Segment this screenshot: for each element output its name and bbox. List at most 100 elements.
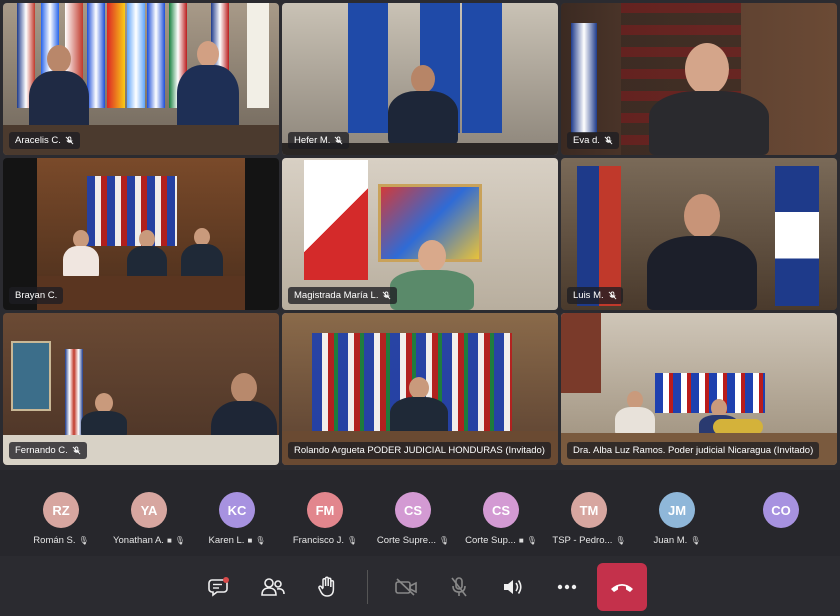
person: [177, 41, 239, 135]
flag: [571, 23, 597, 133]
flag: [147, 3, 165, 108]
notification-dot: [223, 577, 229, 583]
participant-name: Francisco J. 🎙︎: [292, 535, 358, 546]
person: [615, 391, 655, 437]
person: [390, 240, 474, 310]
mic-off-icon: [383, 291, 391, 300]
person: [127, 230, 167, 282]
mic-off-icon: 🎙︎: [78, 536, 89, 545]
video-tile[interactable]: Brayan C.: [3, 158, 279, 310]
mic-toggle-button[interactable]: [442, 570, 476, 604]
video-tile[interactable]: Hefer M.: [282, 3, 558, 155]
person: [181, 228, 223, 282]
mic-off-icon: 🎙︎: [690, 536, 701, 545]
participant-name-tag: Aracelis C.: [9, 132, 80, 149]
participant-card[interactable]: CO: [739, 478, 823, 554]
flag: [304, 160, 368, 280]
participant-name: Juan M. 🎙︎: [653, 535, 701, 546]
person: [81, 393, 127, 439]
avatar: TM: [571, 492, 607, 528]
video-tile[interactable]: Luis M.: [561, 158, 837, 310]
participant-name: Yonathan A. ■ 🎙︎: [113, 535, 185, 546]
video-tile[interactable]: Magistrada María L.: [282, 158, 558, 310]
speaker-icon: [504, 580, 522, 594]
person: [63, 230, 99, 280]
video-tile-active-speaker[interactable]: Rolando Argueta PODER JUDICIAL HONDURAS …: [282, 313, 558, 465]
mic-off-icon: [604, 136, 613, 145]
mic-off-icon: [335, 136, 343, 145]
avatar: CS: [483, 492, 519, 528]
hang-up-button[interactable]: [597, 563, 647, 611]
raise-hand-button[interactable]: [310, 570, 344, 604]
camera-off-icon: ■: [518, 536, 524, 545]
person: [29, 45, 89, 135]
video-tile[interactable]: Dra. Alba Luz Ramos. Poder judicial Nica…: [561, 313, 837, 465]
participant-name: TSP - Pedro... 🎙︎: [552, 535, 626, 546]
participants-strip: RZ Román S. 🎙︎ YA Yonathan A. ■ 🎙︎ KC Karen…: [0, 470, 840, 556]
camera-off-icon: [395, 578, 417, 596]
flag: [577, 166, 621, 306]
video-tile[interactable]: Eva d.: [561, 3, 837, 155]
participant-name-tag: Dra. Alba Luz Ramos. Poder judicial Nica…: [567, 442, 820, 459]
flag: [127, 3, 145, 108]
mic-off-icon: 🎙︎: [438, 536, 450, 545]
more-options-button[interactable]: [550, 570, 584, 604]
mic-off-icon: 🎙︎: [347, 536, 358, 545]
video-tile[interactable]: Aracelis C.: [3, 3, 279, 155]
mic-off-icon: [608, 291, 617, 300]
flag: [462, 3, 502, 133]
participant-card[interactable]: FM Francisco J. 🎙︎: [283, 478, 367, 554]
participant-card[interactable]: CS Corte Supre... 🎙︎: [371, 478, 455, 554]
avatar: CS: [395, 492, 431, 528]
mic-off-icon: 🎙︎: [174, 536, 185, 545]
participant-card[interactable]: TM TSP - Pedro... 🎙︎: [547, 478, 631, 554]
people-icon: [261, 578, 285, 596]
camera-toggle-button[interactable]: [389, 570, 423, 604]
participant-name: Román S. 🎙︎: [33, 535, 89, 546]
chat-button[interactable]: [202, 570, 236, 604]
mic-off-icon: [72, 446, 81, 455]
raise-hand-icon: [318, 576, 335, 597]
participant-name-tag: Luis M.: [567, 287, 623, 304]
person: [649, 43, 769, 155]
call-toolbar: [0, 556, 840, 616]
chat-icon: [208, 577, 229, 597]
mic-off-icon: [451, 577, 467, 597]
flag: [775, 166, 819, 306]
avatar: FM: [307, 492, 343, 528]
mic-off-icon: 🎙︎: [615, 536, 626, 545]
avatar: KC: [219, 492, 255, 528]
mic-off-icon: [65, 136, 74, 145]
camera-off-icon: ■: [247, 536, 253, 545]
avatar: JM: [659, 492, 695, 528]
participant-name: Karen L. ■ 🎙︎: [208, 535, 266, 546]
participant-name-tag: Rolando Argueta PODER JUDICIAL HONDURAS …: [288, 442, 551, 459]
mic-off-icon: 🎙︎: [255, 536, 266, 545]
participant-name-tag: Eva d.: [567, 132, 619, 149]
speaker-button[interactable]: [496, 570, 530, 604]
participant-name-tag: Hefer M.: [288, 132, 350, 149]
participant-name-tag: Fernando C.: [9, 442, 87, 459]
participant-card[interactable]: YA Yonathan A. ■ 🎙︎: [107, 478, 191, 554]
camera-off-icon: ■: [166, 536, 172, 545]
person: [388, 65, 458, 145]
video-tile[interactable]: Fernando C.: [3, 313, 279, 465]
participant-card[interactable]: RZ Román S. 🎙︎: [19, 478, 103, 554]
participants-button[interactable]: [256, 570, 290, 604]
participant-card[interactable]: JM Juan M. 🎙︎: [635, 478, 719, 554]
avatar: CO: [763, 492, 799, 528]
person: [647, 194, 757, 310]
flag: [87, 3, 105, 108]
flag: [247, 3, 269, 108]
mic-off-icon: 🎙︎: [526, 536, 537, 545]
participant-name-tag: Magistrada María L.: [288, 287, 398, 304]
toolbar-divider: [367, 570, 368, 604]
avatar: RZ: [43, 492, 79, 528]
avatar: YA: [131, 492, 167, 528]
video-grid: Aracelis C. Hefer M. Eva d. Brayan C. Ma…: [0, 0, 840, 468]
hang-up-icon: [611, 584, 633, 592]
participant-name: Corte Supre... 🎙︎: [376, 535, 450, 546]
participant-card[interactable]: CS Corte Sup... ■ 🎙︎: [459, 478, 543, 554]
participant-card[interactable]: KC Karen L. ■ 🎙︎: [195, 478, 279, 554]
person: [390, 377, 448, 437]
